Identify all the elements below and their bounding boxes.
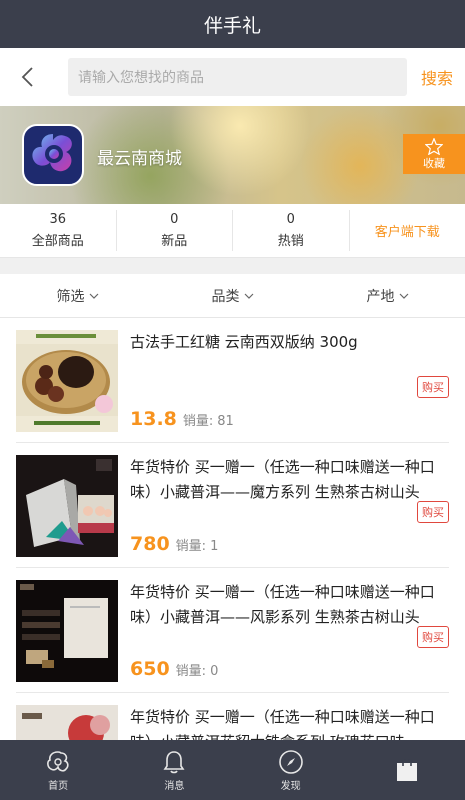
stat-label: 热销: [277, 234, 304, 249]
product-price: 780: [130, 533, 170, 555]
title-bar: 伴手礼: [0, 0, 465, 48]
sales-count: 81: [217, 414, 234, 429]
product-image[interactable]: [16, 580, 118, 682]
search-placeholder: 请输入您想找的商品: [78, 70, 204, 86]
tab-label: 发现: [280, 780, 301, 792]
product-image[interactable]: [16, 705, 118, 740]
buy-button[interactable]: 购买: [417, 376, 449, 398]
tab-shop[interactable]: [349, 740, 465, 800]
sales-count: 0: [210, 664, 219, 679]
product-title[interactable]: 年货特价 买一赠一（任选一种口味赠送一种口味）小藏普洱——魔方系列 生熟茶古树山…: [130, 455, 449, 505]
chevron-down-icon: [244, 293, 253, 299]
sales-label: 销量:: [175, 539, 207, 554]
product-item[interactable]: 年货特价 买一赠一（任选一种口味赠送一种口味）小藏普洱花貂大铁盒系列 玫瑰花口味: [16, 693, 449, 740]
shop-name: 最云南商城: [97, 149, 182, 169]
chevron-left-icon: [21, 67, 33, 87]
price-row: 13.8 销量: 81: [130, 408, 234, 430]
tab-messages[interactable]: 消息: [116, 740, 232, 800]
product-item[interactable]: 古法手工红糖 云南西双版纳 300g 购买 13.8 销量: 81: [16, 318, 449, 443]
section-divider: [0, 258, 465, 274]
product-price: 13.8: [130, 408, 177, 430]
stat-hot-products[interactable]: 0 热销: [233, 210, 350, 251]
search-bar: 请输入您想找的商品 搜索: [0, 48, 465, 106]
stat-label: 新品: [161, 234, 188, 249]
buy-button[interactable]: 购买: [417, 501, 449, 523]
price-row: 650 销量: 0: [130, 658, 218, 680]
home-icon: [47, 750, 69, 772]
shop-stats: 36 全部商品 0 新品 0 热销 客户端下载: [0, 204, 465, 258]
product-image[interactable]: [16, 455, 118, 557]
product-title[interactable]: 年货特价 买一赠一（任选一种口味赠送一种口味）小藏普洱——风影系列 生熟茶古树山…: [130, 580, 449, 630]
shop-logo[interactable]: [22, 124, 84, 186]
shop-banner: 最云南商城 收藏: [0, 106, 465, 204]
stat-count: 36: [49, 212, 67, 227]
buy-button[interactable]: 购买: [417, 626, 449, 648]
stat-count: 0: [170, 212, 179, 227]
product-info: 古法手工红糖 云南西双版纳 300g 购买 13.8 销量: 81: [130, 330, 449, 442]
bottom-tab-bar: 首页 消息 发现: [0, 740, 465, 800]
star-icon: [425, 137, 443, 155]
product-info: 年货特价 买一赠一（任选一种口味赠送一种口味）小藏普洱——魔方系列 生熟茶古树山…: [130, 455, 449, 567]
price-row: 780 销量: 1: [130, 533, 218, 555]
stat-label: 全部商品: [31, 234, 84, 249]
favorite-button[interactable]: 收藏: [403, 134, 465, 174]
stat-all-products[interactable]: 36 全部商品: [0, 210, 117, 251]
download-label: 客户端下载: [374, 225, 440, 240]
favorite-label: 收藏: [423, 156, 445, 170]
bell-icon: [163, 750, 185, 773]
product-title[interactable]: 年货特价 买一赠一（任选一种口味赠送一种口味）小藏普洱花貂大铁盒系列 玫瑰花口味: [130, 705, 449, 740]
product-item[interactable]: 年货特价 买一赠一（任选一种口味赠送一种口味）小藏普洱——风影系列 生熟茶古树山…: [16, 568, 449, 693]
tab-label: 消息: [164, 780, 185, 792]
chevron-down-icon: [89, 293, 98, 299]
product-info: 年货特价 买一赠一（任选一种口味赠送一种口味）小藏普洱——风影系列 生熟茶古树山…: [130, 580, 449, 692]
filter-screen[interactable]: 筛选: [0, 274, 155, 317]
client-download-link[interactable]: 客户端下载: [350, 210, 465, 251]
filter-label: 筛选: [56, 288, 85, 305]
product-item[interactable]: 年货特价 买一赠一（任选一种口味赠送一种口味）小藏普洱——魔方系列 生熟茶古树山…: [16, 443, 449, 568]
sales-label: 销量:: [182, 414, 214, 429]
product-image[interactable]: [16, 330, 118, 432]
product-title[interactable]: 古法手工红糖 云南西双版纳 300g: [130, 330, 449, 355]
tab-label: 首页: [48, 780, 69, 792]
product-list: 古法手工红糖 云南西双版纳 300g 购买 13.8 销量: 81 年货特价 买…: [0, 318, 465, 740]
compass-icon: [278, 749, 303, 774]
sales-label: 销量:: [175, 664, 207, 679]
filter-category[interactable]: 品类: [155, 274, 310, 317]
shopping-bag-icon: [396, 758, 417, 781]
back-button[interactable]: [20, 63, 48, 91]
filter-bar: 筛选 品类 产地: [0, 274, 465, 318]
chevron-down-icon: [399, 293, 408, 299]
product-info: 年货特价 买一赠一（任选一种口味赠送一种口味）小藏普洱花貂大铁盒系列 玫瑰花口味: [130, 705, 449, 740]
stat-count: 0: [286, 212, 295, 227]
filter-origin[interactable]: 产地: [310, 274, 465, 317]
sales-count: 1: [210, 539, 219, 554]
product-price: 650: [130, 658, 170, 680]
search-input[interactable]: 请输入您想找的商品: [68, 58, 407, 96]
tab-home[interactable]: 首页: [0, 740, 116, 800]
tab-discover[interactable]: 发现: [233, 740, 349, 800]
stat-new-products[interactable]: 0 新品: [117, 210, 233, 251]
filter-label: 品类: [211, 288, 240, 305]
page-title: 伴手礼: [203, 14, 261, 37]
filter-label: 产地: [366, 288, 395, 305]
search-button[interactable]: 搜索: [421, 65, 453, 89]
